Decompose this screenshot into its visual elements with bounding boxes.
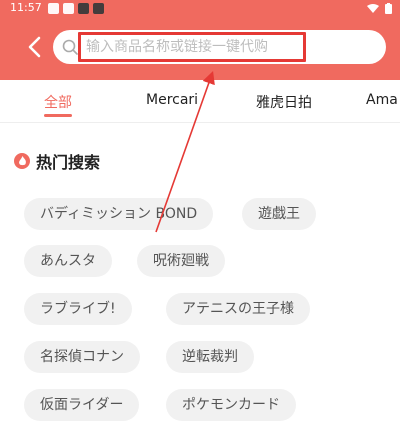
search-chip[interactable]: 名探偵コナン: [24, 341, 140, 373]
hot-search-panel: 热门搜索 バディミッション BOND 遊戯王 あんスタ 呪術廻戦 ラブライブ! …: [0, 122, 400, 440]
search-chip[interactable]: 呪術廻戦: [137, 245, 225, 277]
tab-yahoo-auction[interactable]: 雅虎日拍: [256, 92, 312, 112]
search-chip[interactable]: バディミッション BOND: [24, 198, 214, 230]
search-chip[interactable]: 遊戯王: [242, 198, 316, 230]
app-badge-icon-2: [93, 3, 104, 14]
search-chip[interactable]: 逆転裁判: [166, 341, 254, 373]
tab-all[interactable]: 全部: [44, 92, 72, 112]
notification-icons: [48, 3, 104, 14]
tab-mercari[interactable]: Mercari: [146, 92, 198, 108]
search-icon: [62, 39, 78, 55]
search-chip[interactable]: 仮面ライダー: [24, 389, 140, 421]
hot-search-title: 热门搜索: [36, 153, 101, 172]
system-icons: [367, 3, 392, 14]
search-chip[interactable]: ラブライブ!: [24, 293, 132, 325]
status-bar: 11:57: [0, 0, 400, 18]
fire-icon: [14, 153, 30, 169]
category-tabs: 全部 Mercari 雅虎日拍 Ama: [0, 80, 400, 122]
gallery-icon: [48, 3, 59, 14]
active-tab-indicator: [44, 114, 72, 117]
search-chip[interactable]: アテニスの王子様: [166, 293, 310, 325]
app-notification-icon: [63, 3, 74, 14]
search-chip[interactable]: ポケモンカード: [166, 389, 296, 421]
back-arrow-icon[interactable]: [26, 36, 44, 58]
hot-search-header: 热门搜索: [14, 149, 100, 173]
status-time: 11:57: [10, 1, 42, 14]
app-badge-icon: [78, 3, 89, 14]
search-chip[interactable]: あんスタ: [24, 245, 112, 277]
battery-icon: [385, 3, 392, 14]
wifi-icon: [367, 3, 379, 13]
search-highlight-box: [78, 32, 306, 62]
tab-amazon[interactable]: Ama: [366, 92, 398, 108]
header-bar: 11:57: [0, 0, 400, 80]
